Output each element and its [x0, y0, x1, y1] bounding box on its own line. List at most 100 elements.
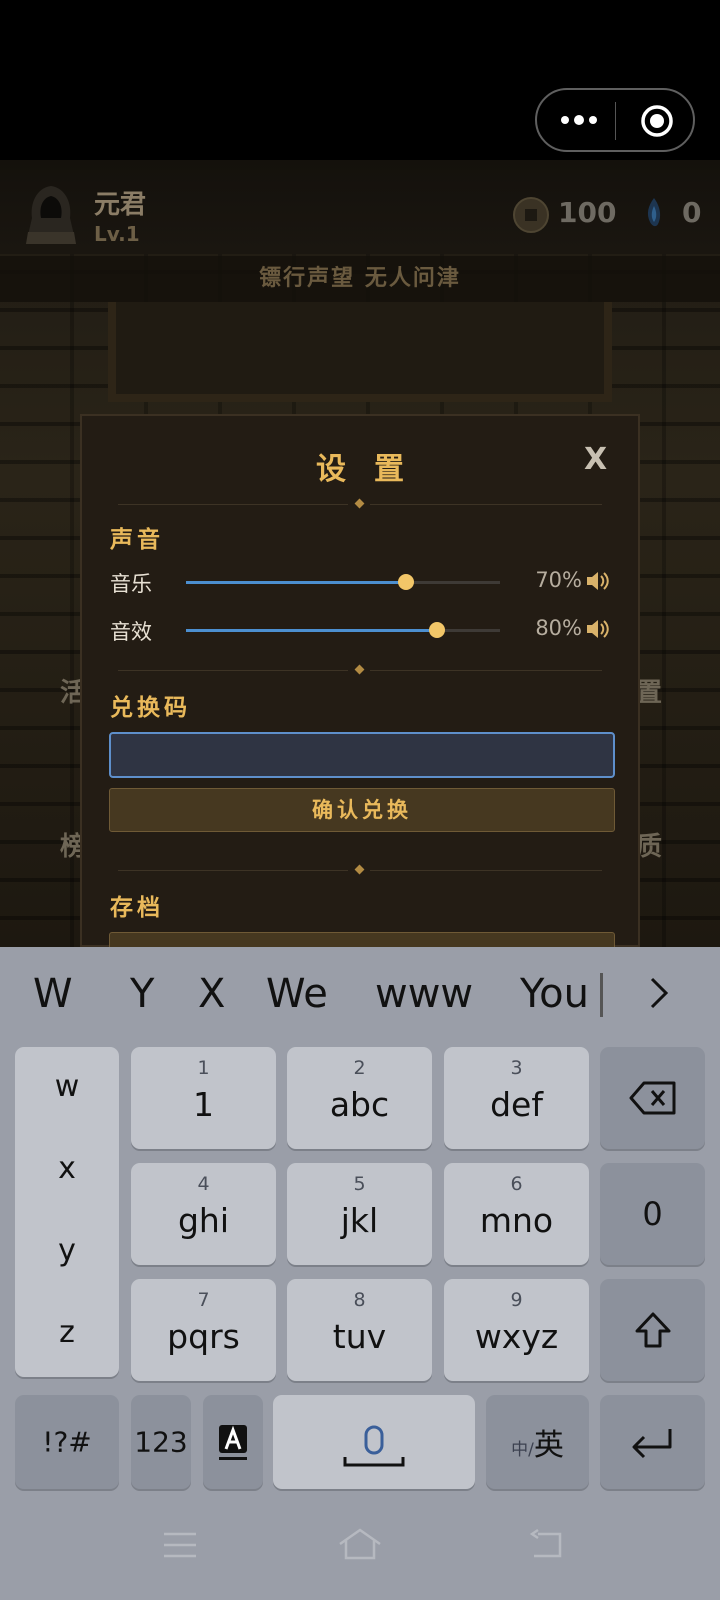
chevron-right-icon[interactable]	[646, 973, 672, 1013]
key-label: mno	[479, 1201, 554, 1240]
language-toggle-key[interactable]: 中/英	[486, 1395, 589, 1489]
divider	[118, 864, 602, 875]
key-label: 0	[642, 1195, 663, 1233]
back-icon[interactable]	[530, 1528, 566, 1560]
suggestion-4[interactable]: We	[266, 971, 328, 1017]
system-nav-bar	[0, 1500, 720, 1600]
shift-arrow-icon	[635, 1312, 671, 1348]
player-level: Lv.1	[94, 222, 140, 246]
suggestion-6[interactable]: You	[520, 971, 589, 1017]
zero-key[interactable]: 0	[600, 1163, 705, 1265]
sfx-slider-knob[interactable]	[429, 622, 446, 638]
divider	[118, 664, 602, 675]
letter-key[interactable]: y	[15, 1233, 119, 1268]
letter-a-icon	[219, 1425, 247, 1460]
music-label: 音乐	[110, 572, 152, 596]
sfx-slider[interactable]	[186, 622, 500, 638]
gem-count: 0	[682, 196, 702, 229]
confirm-redeem-button[interactable]: 确认兑换	[109, 788, 615, 832]
key-number: 4	[197, 1173, 210, 1195]
mini-program-capsule	[535, 88, 695, 152]
suggestion-3[interactable]: X	[198, 971, 225, 1017]
sound-section-title: 声音	[110, 527, 164, 553]
key-label: abc	[329, 1085, 390, 1124]
letter-key[interactable]: x	[15, 1151, 119, 1186]
music-slider[interactable]	[186, 574, 500, 590]
redeem-code-input[interactable]	[109, 732, 615, 778]
wood-sign	[108, 302, 612, 402]
key-number: 1	[197, 1057, 210, 1079]
lang-small-label: 中/	[511, 1440, 534, 1460]
key-2[interactable]: 2 abc	[287, 1047, 432, 1149]
key-label: jkl	[340, 1201, 379, 1240]
case-key[interactable]	[203, 1395, 263, 1489]
suggestion-5[interactable]: www	[375, 971, 473, 1017]
sfx-percent: 80%	[535, 616, 582, 640]
backspace-key[interactable]	[600, 1047, 705, 1149]
letter-column[interactable]: w x y z	[15, 1047, 119, 1377]
key-number: 2	[353, 1057, 366, 1079]
suggestion-1[interactable]: W	[33, 971, 73, 1017]
key-9[interactable]: 9 wxyz	[444, 1279, 589, 1381]
lang-big-label: 英	[533, 1428, 564, 1463]
settings-dialog: 设置 X 声音 音乐 70% 音效 80% 兑换码 确认兑换 存档	[80, 414, 640, 952]
key-1[interactable]: 1 1	[131, 1047, 276, 1149]
key-label: 123	[134, 1425, 188, 1459]
music-percent: 70%	[535, 568, 582, 592]
target-circle-icon[interactable]	[640, 104, 674, 138]
text-cursor	[600, 973, 603, 1017]
sfx-label: 音效	[110, 620, 152, 644]
key-number: 8	[353, 1289, 366, 1311]
space-key[interactable]	[273, 1395, 475, 1489]
speaker-icon[interactable]	[584, 568, 610, 594]
key-label: pqrs	[167, 1317, 240, 1356]
menu-icon[interactable]	[162, 1530, 198, 1560]
key-label: wxyz	[474, 1317, 559, 1356]
coin-count: 100	[558, 196, 617, 229]
key-8[interactable]: 8 tuv	[287, 1279, 432, 1381]
key-label: def	[490, 1085, 543, 1124]
key-number: 6	[510, 1173, 523, 1195]
enter-key[interactable]	[600, 1395, 705, 1489]
enter-icon	[632, 1429, 672, 1459]
music-slider-knob[interactable]	[397, 574, 414, 590]
shift-key[interactable]	[600, 1279, 705, 1381]
letter-key[interactable]: w	[15, 1069, 119, 1104]
key-label: ghi	[177, 1201, 230, 1240]
key-4[interactable]: 4 ghi	[131, 1163, 276, 1265]
microphone-icon	[343, 1425, 405, 1467]
capsule-divider	[615, 102, 616, 140]
letter-key[interactable]: z	[15, 1315, 119, 1350]
suggestion-2[interactable]: Y	[130, 971, 154, 1017]
numeric-key[interactable]: 123	[131, 1395, 191, 1489]
key-6[interactable]: 6 mno	[444, 1163, 589, 1265]
key-label: tuv	[332, 1317, 387, 1356]
save-section-title: 存档	[110, 895, 164, 921]
player-name: 元君	[94, 190, 147, 220]
backspace-icon	[629, 1081, 676, 1115]
key-3[interactable]: 3 def	[444, 1047, 589, 1149]
close-button[interactable]: X	[584, 442, 607, 477]
music-slider-fill	[186, 581, 406, 584]
divider	[118, 498, 602, 509]
home-icon[interactable]	[336, 1526, 384, 1562]
coin-icon	[513, 197, 549, 233]
suggestion-bar: W Y X We www You	[0, 947, 720, 1047]
symbols-key[interactable]: !?#	[15, 1395, 119, 1489]
sfx-slider-fill	[186, 629, 438, 632]
reputation-banner: 镖行声望 无人问津	[0, 256, 720, 302]
key-label: !?#	[42, 1425, 92, 1459]
gem-icon	[647, 198, 661, 227]
key-label: 中/英	[486, 1420, 589, 1464]
player-avatar[interactable]	[18, 182, 84, 248]
key-7[interactable]: 7 pqrs	[131, 1279, 276, 1381]
speaker-icon[interactable]	[584, 616, 610, 642]
key-label: 1	[193, 1085, 214, 1124]
key-number: 5	[353, 1173, 366, 1195]
key-number: 7	[197, 1289, 210, 1311]
more-dots-icon[interactable]	[559, 108, 599, 132]
redeem-section-title: 兑换码	[110, 695, 191, 721]
key-5[interactable]: 5 jkl	[287, 1163, 432, 1265]
key-number: 3	[510, 1057, 523, 1079]
dialog-title: 设置	[316, 452, 432, 487]
